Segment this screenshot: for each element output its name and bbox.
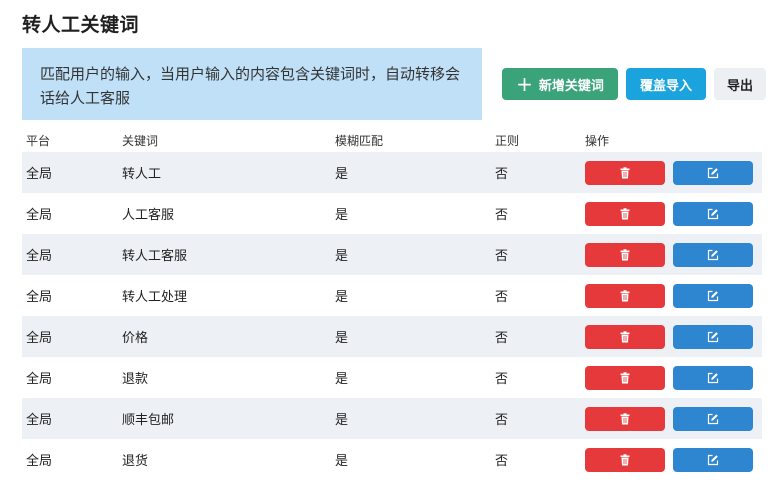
trash-icon — [619, 289, 631, 302]
edit-button[interactable] — [673, 365, 753, 390]
cell-platform: 全局 — [26, 167, 53, 182]
delete-button[interactable] — [585, 365, 665, 390]
edit-icon — [707, 249, 719, 261]
edit-icon — [707, 454, 719, 466]
edit-icon — [707, 331, 719, 343]
trash-icon — [619, 371, 631, 384]
edit-icon — [707, 167, 719, 179]
cell-platform: 全局 — [26, 208, 53, 223]
trash-icon — [619, 207, 631, 220]
table-row: 全局 转人工处理 是 否 — [22, 275, 762, 316]
add-keyword-label: 新增关键词 — [538, 78, 604, 94]
edit-button[interactable] — [673, 201, 753, 226]
cell-ops — [585, 160, 762, 185]
cell-keyword: 转人工客服 — [122, 249, 188, 264]
import-label: 覆盖导入 — [639, 78, 692, 94]
table-row: 全局 转人工客服 是 否 — [22, 234, 762, 275]
cell-keyword: 顺丰包邮 — [122, 413, 175, 428]
cell-keyword: 退货 — [122, 454, 149, 469]
table-row: 全局 转人工 是 否 — [22, 152, 762, 193]
cell-fuzzy: 是 — [335, 331, 349, 346]
cell-keyword: 转人工处理 — [122, 290, 188, 305]
edit-button[interactable] — [673, 324, 753, 349]
cell-platform: 全局 — [26, 372, 53, 387]
cell-regex: 否 — [495, 331, 509, 346]
table-row: 全局 人工客服 是 否 — [22, 193, 762, 234]
cell-regex: 否 — [495, 454, 509, 469]
cell-keyword: 退款 — [122, 372, 149, 387]
table-row: 全局 退款 是 否 — [22, 357, 762, 398]
table-row: 全局 退货 是 否 — [22, 439, 762, 480]
delete-button[interactable] — [585, 324, 665, 349]
cell-fuzzy: 是 — [335, 249, 349, 264]
export-label: 导出 — [726, 78, 753, 94]
header-keyword: 关键词 — [122, 133, 159, 148]
trash-icon — [619, 166, 631, 179]
cell-platform: 全局 — [26, 454, 53, 469]
cell-regex: 否 — [495, 167, 509, 182]
cell-regex: 否 — [495, 413, 509, 428]
delete-button[interactable] — [585, 406, 665, 431]
delete-button[interactable] — [585, 201, 665, 226]
table-body: 全局 转人工是否全局 人工客服是否全局 转人工客服是否全局 转人工处理是否全局 价格是否全… — [22, 152, 762, 480]
header-fuzzy: 模糊匹配 — [335, 133, 384, 148]
cell-regex: 否 — [495, 208, 509, 223]
header-regex: 正则 — [495, 133, 520, 148]
export-button[interactable]: 导出 — [714, 68, 766, 100]
cell-fuzzy: 是 — [335, 372, 349, 387]
edit-button[interactable] — [673, 242, 753, 267]
cell-platform: 全局 — [26, 249, 53, 264]
cell-regex: 否 — [495, 372, 509, 387]
cell-fuzzy: 是 — [335, 208, 349, 223]
delete-button[interactable] — [585, 242, 665, 267]
cell-ops — [585, 201, 762, 226]
table-header: 平台 关键词 模糊匹配 正则 操作 — [22, 128, 762, 152]
cell-ops — [585, 406, 762, 431]
cell-fuzzy: 是 — [335, 454, 349, 469]
header-platform: 平台 — [26, 133, 51, 148]
cell-platform: 全局 — [26, 331, 53, 346]
edit-button[interactable] — [673, 447, 753, 472]
edit-button[interactable] — [673, 160, 753, 185]
edit-icon — [707, 413, 719, 425]
header-ops: 操作 — [585, 133, 610, 148]
cell-ops — [585, 365, 762, 390]
cell-keyword: 价格 — [122, 331, 149, 346]
page-title: 转人工关键词 — [22, 14, 140, 36]
edit-icon — [707, 290, 719, 302]
trash-icon — [619, 453, 631, 466]
delete-button[interactable] — [585, 447, 665, 472]
edit-button[interactable] — [673, 406, 753, 431]
cell-ops — [585, 447, 762, 472]
trash-icon — [619, 412, 631, 425]
cell-regex: 否 — [495, 249, 509, 264]
edit-icon — [707, 372, 719, 384]
import-button[interactable]: 覆盖导入 — [626, 68, 706, 100]
edit-icon — [707, 208, 719, 220]
trash-icon — [619, 330, 631, 343]
add-keyword-button[interactable]: + 新增关键词 — [502, 68, 618, 100]
cell-platform: 全局 — [26, 413, 53, 428]
keyword-table: 平台 关键词 模糊匹配 正则 操作 全局 转人工是否全局 人工客服是否全局 转人工客服… — [22, 128, 762, 480]
edit-button[interactable] — [673, 283, 753, 308]
table-row: 全局 价格 是 否 — [22, 316, 762, 357]
cell-ops — [585, 324, 762, 349]
cell-regex: 否 — [495, 290, 509, 305]
delete-button[interactable] — [585, 160, 665, 185]
cell-fuzzy: 是 — [335, 167, 349, 182]
cell-keyword: 转人工 — [122, 167, 162, 182]
trash-icon — [619, 248, 631, 261]
info-banner: 匹配用户的输入，当用户输入的内容包含关键词时，自动转移会话给人工客服 — [22, 48, 482, 120]
cell-fuzzy: 是 — [335, 290, 349, 305]
table-row: 全局 顺丰包邮 是 否 — [22, 398, 762, 439]
info-text: 匹配用户的输入，当用户输入的内容包含关键词时，自动转移会话给人工客服 — [40, 65, 461, 107]
delete-button[interactable] — [585, 283, 665, 308]
cell-ops — [585, 283, 762, 308]
cell-fuzzy: 是 — [335, 413, 349, 428]
cell-platform: 全局 — [26, 290, 53, 305]
plus-icon: + — [516, 72, 533, 96]
cell-ops — [585, 242, 762, 267]
cell-keyword: 人工客服 — [122, 208, 175, 223]
